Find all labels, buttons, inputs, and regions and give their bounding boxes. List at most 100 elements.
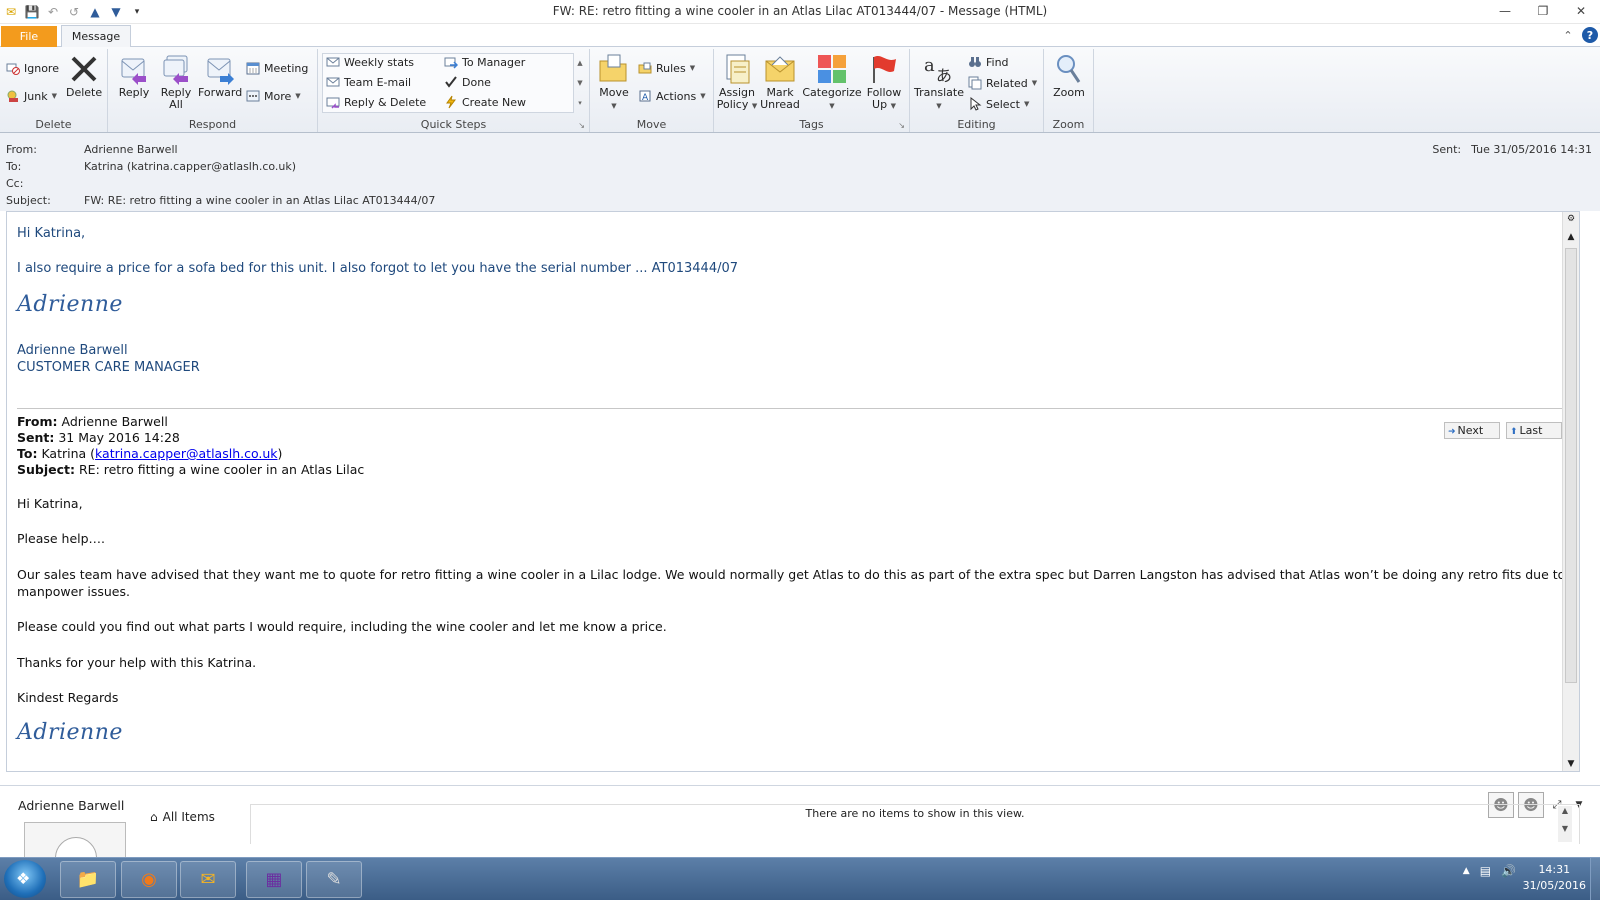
network-icon[interactable]: ▤ — [1480, 864, 1491, 878]
svg-text:あ: あ — [936, 66, 952, 85]
taskbar: ❖ 📁 ◉ ✉ ▦ ✎ ▲ ▤ 🔊 14:31 31/05/2016 — [0, 857, 1600, 900]
checkmark-icon — [445, 76, 457, 88]
assign-policy-button[interactable]: Assign Policy ▼ — [716, 53, 758, 112]
to-value[interactable]: Katrina (katrina.capper@atlaslh.co.uk) — [84, 160, 296, 173]
para-greeting: Hi Katrina, — [17, 496, 83, 511]
delete-button[interactable]: Delete — [66, 53, 102, 99]
related-icon — [968, 76, 982, 90]
related-button[interactable]: Related ▼ — [968, 74, 1037, 92]
next-button[interactable]: ➜ Next — [1444, 422, 1500, 439]
group-tags: Assign Policy ▼ Mark Unread Categorize ▼ … — [714, 49, 910, 132]
clock[interactable]: 14:31 31/05/2016 — [1523, 862, 1586, 894]
para-main-1: Our sales team have advised that they wa… — [17, 567, 1566, 582]
quick-steps-scroll[interactable]: ▲ ▼ ▾ — [574, 53, 586, 113]
group-label-delete: Delete — [35, 118, 72, 131]
mark-unread-button[interactable]: Mark Unread — [760, 53, 800, 111]
quick-step-create-new[interactable]: Create New — [444, 93, 526, 111]
volume-icon[interactable]: 🔊 — [1501, 864, 1516, 878]
email-link[interactable]: katrina.capper@atlaslh.co.uk — [95, 446, 278, 461]
message-body[interactable]: Hi Katrina, I also require a price for a… — [6, 211, 1580, 772]
find-button[interactable]: Find — [968, 53, 1009, 71]
taskbar-firefox[interactable]: ◉ — [121, 861, 177, 898]
scroll-settings-icon[interactable]: ⚙ — [1563, 214, 1579, 224]
reply-button[interactable]: Reply — [114, 53, 154, 99]
ignore-button[interactable]: Ignore — [6, 59, 59, 77]
group-move: Move ▼ Rules ▼ A Actions ▼ Move — [590, 49, 714, 132]
people-scrollbar[interactable]: ▲ ▼ — [1558, 806, 1572, 842]
close-button[interactable]: ✕ — [1562, 0, 1600, 22]
group-label-tags: Tags — [799, 118, 824, 131]
chevron-down-icon: ▼ — [936, 102, 942, 110]
maximize-button[interactable]: ❐ — [1524, 0, 1562, 22]
envelope-icon — [326, 57, 340, 67]
taskbar-outlook[interactable]: ✉ — [180, 861, 236, 898]
show-desktop-button[interactable] — [1590, 858, 1600, 900]
dialog-launcher-icon[interactable]: ↘ — [578, 121, 585, 130]
group-editing: aあ Translate ▼ Find Related ▼ Select ▼ Ed… — [910, 49, 1044, 132]
chevron-down-icon: ▼ — [1031, 79, 1038, 87]
group-label-move: Move — [636, 118, 667, 131]
fwd-to: To: Katrina (katrina.capper@atlaslh.co.u… — [17, 446, 283, 461]
svg-text:a: a — [924, 55, 935, 76]
taskbar-explorer[interactable]: 📁 — [60, 861, 116, 898]
svg-text:A: A — [642, 93, 649, 103]
taskbar-app-grid[interactable]: ▦ — [246, 861, 302, 898]
tab-message[interactable]: Message — [61, 25, 131, 48]
scroll-thumb[interactable] — [1565, 248, 1577, 683]
separator-line — [17, 408, 1573, 409]
collapse-ribbon-icon[interactable]: ⌃ — [1560, 27, 1576, 43]
group-respond: Reply Reply All Forward Meeting More ▼ R… — [108, 49, 318, 132]
ribbon: Ignore Junk ▼ Delete Delete Reply Reply … — [0, 47, 1600, 133]
para-regards: Kindest Regards — [17, 690, 119, 705]
zoom-button[interactable]: Zoom — [1048, 53, 1090, 99]
select-button[interactable]: Select ▼ — [968, 95, 1029, 113]
binoculars-icon — [969, 57, 981, 67]
categorize-button[interactable]: Categorize ▼ — [802, 53, 862, 112]
quick-step-reply-delete[interactable]: Reply & Delete — [326, 93, 426, 111]
chevron-down-icon: ▼ — [295, 92, 301, 100]
reply-all-icon — [163, 55, 188, 85]
chevron-down-icon: ▼ — [890, 102, 896, 110]
chevron-down-icon: ▼ — [751, 102, 758, 110]
from-value[interactable]: Adrienne Barwell — [84, 143, 178, 156]
reply-all-button[interactable]: Reply All — [156, 53, 196, 111]
title-bar: ✉ 💾 ↶ ↺ ▲ ▼ ▾ FW: RE: retro fitting a wi… — [0, 0, 1600, 24]
taskbar-app-tool[interactable]: ✎ — [306, 861, 362, 898]
actions-button[interactable]: A Actions ▼ — [638, 87, 706, 105]
translate-button[interactable]: aあ Translate ▼ — [912, 53, 966, 112]
quick-step-weekly-stats[interactable]: Weekly stats — [326, 53, 414, 71]
header-subject: Subject: FW: RE: retro fitting a wine coo… — [6, 194, 436, 207]
meeting-button[interactable]: Meeting — [246, 59, 308, 77]
junk-button[interactable]: Junk ▼ — [6, 87, 57, 105]
all-items-tab[interactable]: ⌂ All Items — [150, 810, 215, 824]
move-button[interactable]: Move ▼ — [596, 53, 632, 112]
group-label-zoom: Zoom — [1052, 118, 1085, 131]
delete-icon — [71, 56, 97, 82]
minimize-button[interactable]: — — [1486, 0, 1524, 22]
group-zoom: Zoom Zoom — [1044, 49, 1094, 132]
rules-button[interactable]: Rules ▼ — [638, 59, 695, 77]
show-hidden-icons[interactable]: ▲ — [1463, 866, 1470, 876]
subject-value: FW: RE: retro fitting a wine cooler in a… — [84, 194, 436, 207]
arrow-right-icon: ➜ — [1448, 427, 1456, 437]
fwd-subject: Subject: RE: retro fitting a wine cooler… — [17, 462, 365, 477]
more-respond-button[interactable]: More ▼ — [246, 87, 301, 105]
quick-step-team-email[interactable]: Team E-mail — [326, 73, 411, 91]
clock-time: 14:31 — [1538, 863, 1571, 876]
quick-step-done[interactable]: Done — [444, 73, 491, 91]
scroll-up-arrow[interactable]: ▲ — [1563, 232, 1579, 242]
dialog-launcher-icon[interactable]: ↘ — [898, 121, 905, 130]
help-icon[interactable]: ? — [1582, 27, 1598, 43]
body-scrollbar[interactable]: ⚙ ▲ ▼ — [1562, 212, 1579, 771]
para-help: Please help…. — [17, 531, 106, 546]
start-button[interactable]: ❖ — [4, 860, 46, 898]
cursor-icon — [970, 97, 982, 111]
people-pane: Adrienne Barwell ☻ ☻ ⤢ ▼ ⌂ All Items The… — [0, 785, 1600, 858]
signature-name: Adrienne Barwell — [17, 343, 128, 358]
forward-button[interactable]: Forward — [198, 53, 242, 99]
quick-step-to-manager[interactable]: To Manager — [444, 53, 525, 71]
tab-file[interactable]: File — [1, 26, 57, 47]
scroll-down-arrow[interactable]: ▼ — [1563, 759, 1579, 769]
follow-up-button[interactable]: Follow Up ▼ — [864, 53, 904, 112]
last-button[interactable]: ⬆ Last — [1506, 422, 1562, 439]
